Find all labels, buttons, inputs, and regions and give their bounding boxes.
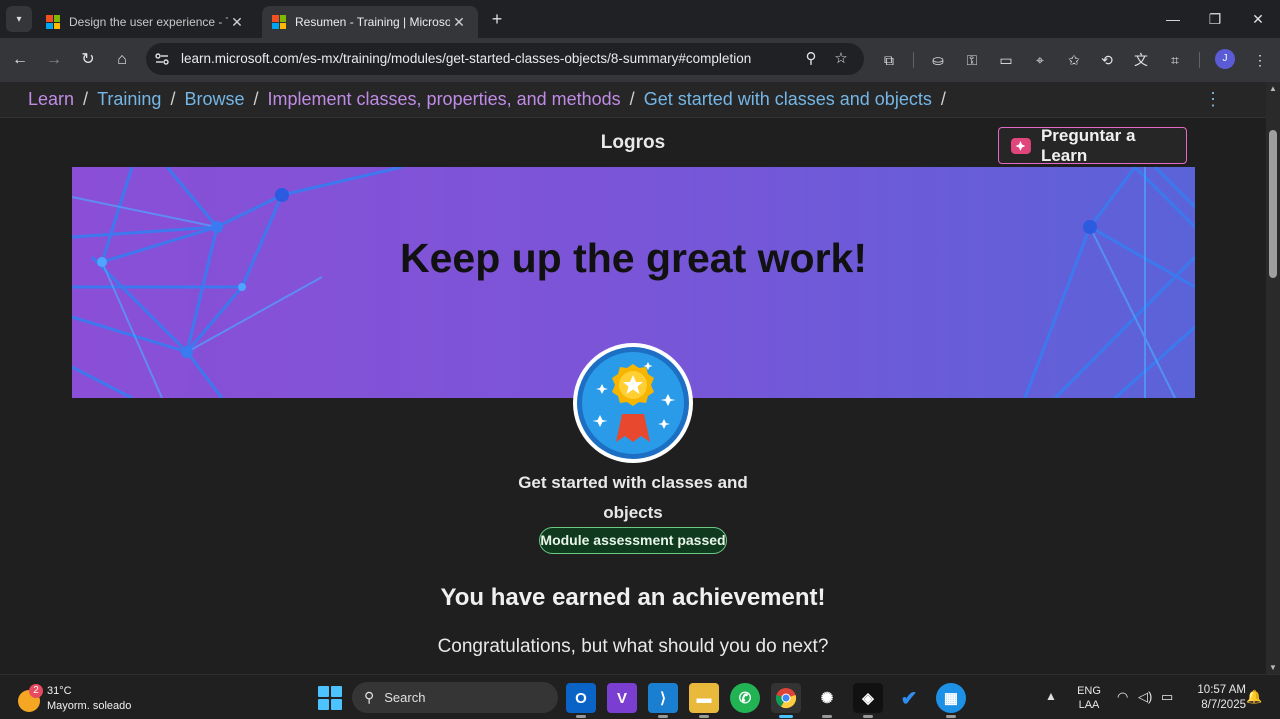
achievement-heading: You have earned an achievement! xyxy=(440,584,826,611)
visual-studio-app-icon[interactable]: V xyxy=(607,683,637,713)
chevron-up-icon[interactable]: ▲ xyxy=(1045,689,1057,703)
network-decoration-left xyxy=(72,167,402,398)
new-tab-button[interactable]: + xyxy=(486,8,508,30)
zoom-icon[interactable]: ⚲ xyxy=(802,50,820,68)
chrome-logo-icon xyxy=(775,688,797,709)
toolbar-divider xyxy=(1199,52,1200,68)
breadcrumb-separator: / xyxy=(170,89,176,109)
breadcrumb-browse[interactable]: Browse xyxy=(184,89,244,110)
address-bar[interactable]: learn.microsoft.com/es-mx/training/modul… xyxy=(146,43,864,75)
volume-icon[interactable]: ◁) xyxy=(1138,689,1152,705)
more-menu-icon[interactable]: ⋮ xyxy=(1250,50,1270,70)
browser-tab-active[interactable]: Resumen - Training | Microsoft L ✕ xyxy=(262,6,478,38)
tab-search-button[interactable]: ▾ xyxy=(6,6,32,32)
translate-icon[interactable]: 文 xyxy=(1131,50,1151,70)
more-options-icon[interactable]: ⋮ xyxy=(1204,89,1222,110)
vscode-app-icon[interactable]: ⟩ xyxy=(648,683,678,718)
language-indicator[interactable]: ENG LAA xyxy=(1075,684,1103,712)
breadcrumb-module[interactable]: Get started with classes and objects xyxy=(644,89,932,110)
screenshot-icon[interactable]: ⌗ xyxy=(1165,50,1185,70)
docker-app-icon[interactable]: ▦ xyxy=(936,683,966,718)
ask-learn-button[interactable]: Preguntar a Learn xyxy=(998,125,1187,165)
tab-title: Resumen - Training | Microsoft L xyxy=(295,15,450,29)
weather-condition: Mayorm. soleado xyxy=(47,700,132,712)
close-icon[interactable]: ✕ xyxy=(450,14,468,31)
chrome-app-icon[interactable] xyxy=(771,683,801,718)
windows-start-icon[interactable] xyxy=(318,686,342,710)
close-icon[interactable]: ✕ xyxy=(228,14,246,31)
taskbar-search[interactable]: ⚲ Search xyxy=(352,682,558,713)
breadcrumb-separator: / xyxy=(629,89,635,109)
browser-toolbar: ← → ↻ ⌂ learn.microsoft.com/es-mx/traini… xyxy=(0,38,1280,82)
incognito-icon[interactable]: ⛀ xyxy=(928,50,948,70)
password-key-icon[interactable]: ⚿ xyxy=(962,50,982,70)
outlook-app-icon[interactable]: O xyxy=(566,683,596,718)
status-badge: Module assessment passed xyxy=(539,527,727,554)
chevron-down-icon: ▾ xyxy=(16,13,22,25)
search-label: Search xyxy=(384,690,426,705)
network-decoration-right xyxy=(1023,167,1195,398)
profile-avatar[interactable]: J xyxy=(1215,49,1235,69)
toolbar-divider xyxy=(913,52,914,68)
whatsapp-app-icon[interactable]: ✆ xyxy=(730,683,760,713)
keyboard-layout: LAA xyxy=(1078,699,1100,711)
cursor-app-icon[interactable]: ◈ xyxy=(853,683,883,718)
banner-title: Keep up the great work! xyxy=(399,235,867,281)
taskbar: 2 31°C Mayorm. soleado ⚲ Search O V ⟩ ▬ … xyxy=(0,674,1280,719)
reload-button[interactable]: ↻ xyxy=(76,48,100,72)
todo-app-icon[interactable]: ✔ xyxy=(894,683,924,713)
notification-bell-icon[interactable]: 🔔 xyxy=(1246,689,1262,705)
extensions-icon[interactable]: ⧉ xyxy=(879,50,899,70)
chatgpt-app-icon[interactable]: ✺ xyxy=(812,683,842,718)
breadcrumb-separator: / xyxy=(940,89,946,109)
microsoft-logo-icon xyxy=(272,15,286,29)
search-icon: ⚲ xyxy=(364,689,375,705)
page-scrollbar[interactable]: ▲ ▼ xyxy=(1266,82,1280,674)
breadcrumb-learn[interactable]: Learn xyxy=(28,89,74,110)
weather-temperature: 31°C xyxy=(47,685,72,697)
breadcrumb-separator: / xyxy=(253,89,259,109)
bookmark-star-icon[interactable]: ☆ xyxy=(832,50,850,68)
system-clock[interactable]: 10:57 AM 8/7/2025 xyxy=(1186,683,1246,713)
ask-learn-label: Preguntar a Learn xyxy=(1040,125,1136,165)
forward-button[interactable]: → xyxy=(42,48,66,72)
restore-button[interactable]: ❐ xyxy=(1193,6,1237,32)
site-info-icon[interactable] xyxy=(154,51,170,67)
tab-strip: ▾ Design the user experience - Tr ✕ Resu… xyxy=(0,0,1280,38)
microsoft-logo-icon xyxy=(46,15,60,29)
minimize-button[interactable]: — xyxy=(1151,6,1195,32)
clock-date: 8/7/2025 xyxy=(1201,699,1246,711)
scrollbar-thumb[interactable] xyxy=(1269,130,1277,278)
close-window-button[interactable]: ✕ xyxy=(1236,6,1280,32)
browser-tab[interactable]: Design the user experience - Tr ✕ xyxy=(36,6,256,38)
history-icon[interactable]: ⟲ xyxy=(1097,50,1117,70)
breadcrumb: Learn / Training / Browse / Implement cl… xyxy=(0,82,1266,118)
clock-time: 10:57 AM xyxy=(1197,684,1246,696)
achievement-medal-icon xyxy=(573,343,693,463)
url-text: learn.microsoft.com/es-mx/training/modul… xyxy=(181,51,752,66)
page-content: Learn / Training / Browse / Implement cl… xyxy=(0,82,1266,674)
home-button[interactable]: ⌂ xyxy=(110,48,134,72)
battery-icon[interactable]: ▭ xyxy=(1161,689,1173,705)
breadcrumb-training[interactable]: Training xyxy=(97,89,161,110)
wifi-icon[interactable]: ◠ xyxy=(1117,689,1128,705)
language-code: ENG xyxy=(1077,685,1101,697)
notification-badge: 2 xyxy=(29,684,43,698)
breadcrumb-separator: / xyxy=(83,89,89,109)
breadcrumb-learning-path[interactable]: Implement classes, properties, and metho… xyxy=(268,89,621,110)
scroll-down-icon[interactable]: ▼ xyxy=(1268,663,1278,672)
tab-title: Design the user experience - Tr xyxy=(69,15,228,29)
back-button[interactable]: ← xyxy=(8,48,32,72)
next-steps-text: Congratulations, but what should you do … xyxy=(437,636,829,657)
payment-card-icon[interactable]: ▭ xyxy=(996,50,1016,70)
copilot-sparkle-icon xyxy=(1011,137,1031,154)
weather-widget[interactable]: 2 31°C Mayorm. soleado xyxy=(18,682,158,714)
location-pin-icon[interactable]: ⌖ xyxy=(1030,50,1050,70)
module-name: Get started with classes and objects xyxy=(518,473,748,522)
file-explorer-app-icon[interactable]: ▬ xyxy=(689,683,719,718)
favorites-icon[interactable]: ✩ xyxy=(1064,50,1084,70)
scroll-up-icon[interactable]: ▲ xyxy=(1268,84,1278,93)
